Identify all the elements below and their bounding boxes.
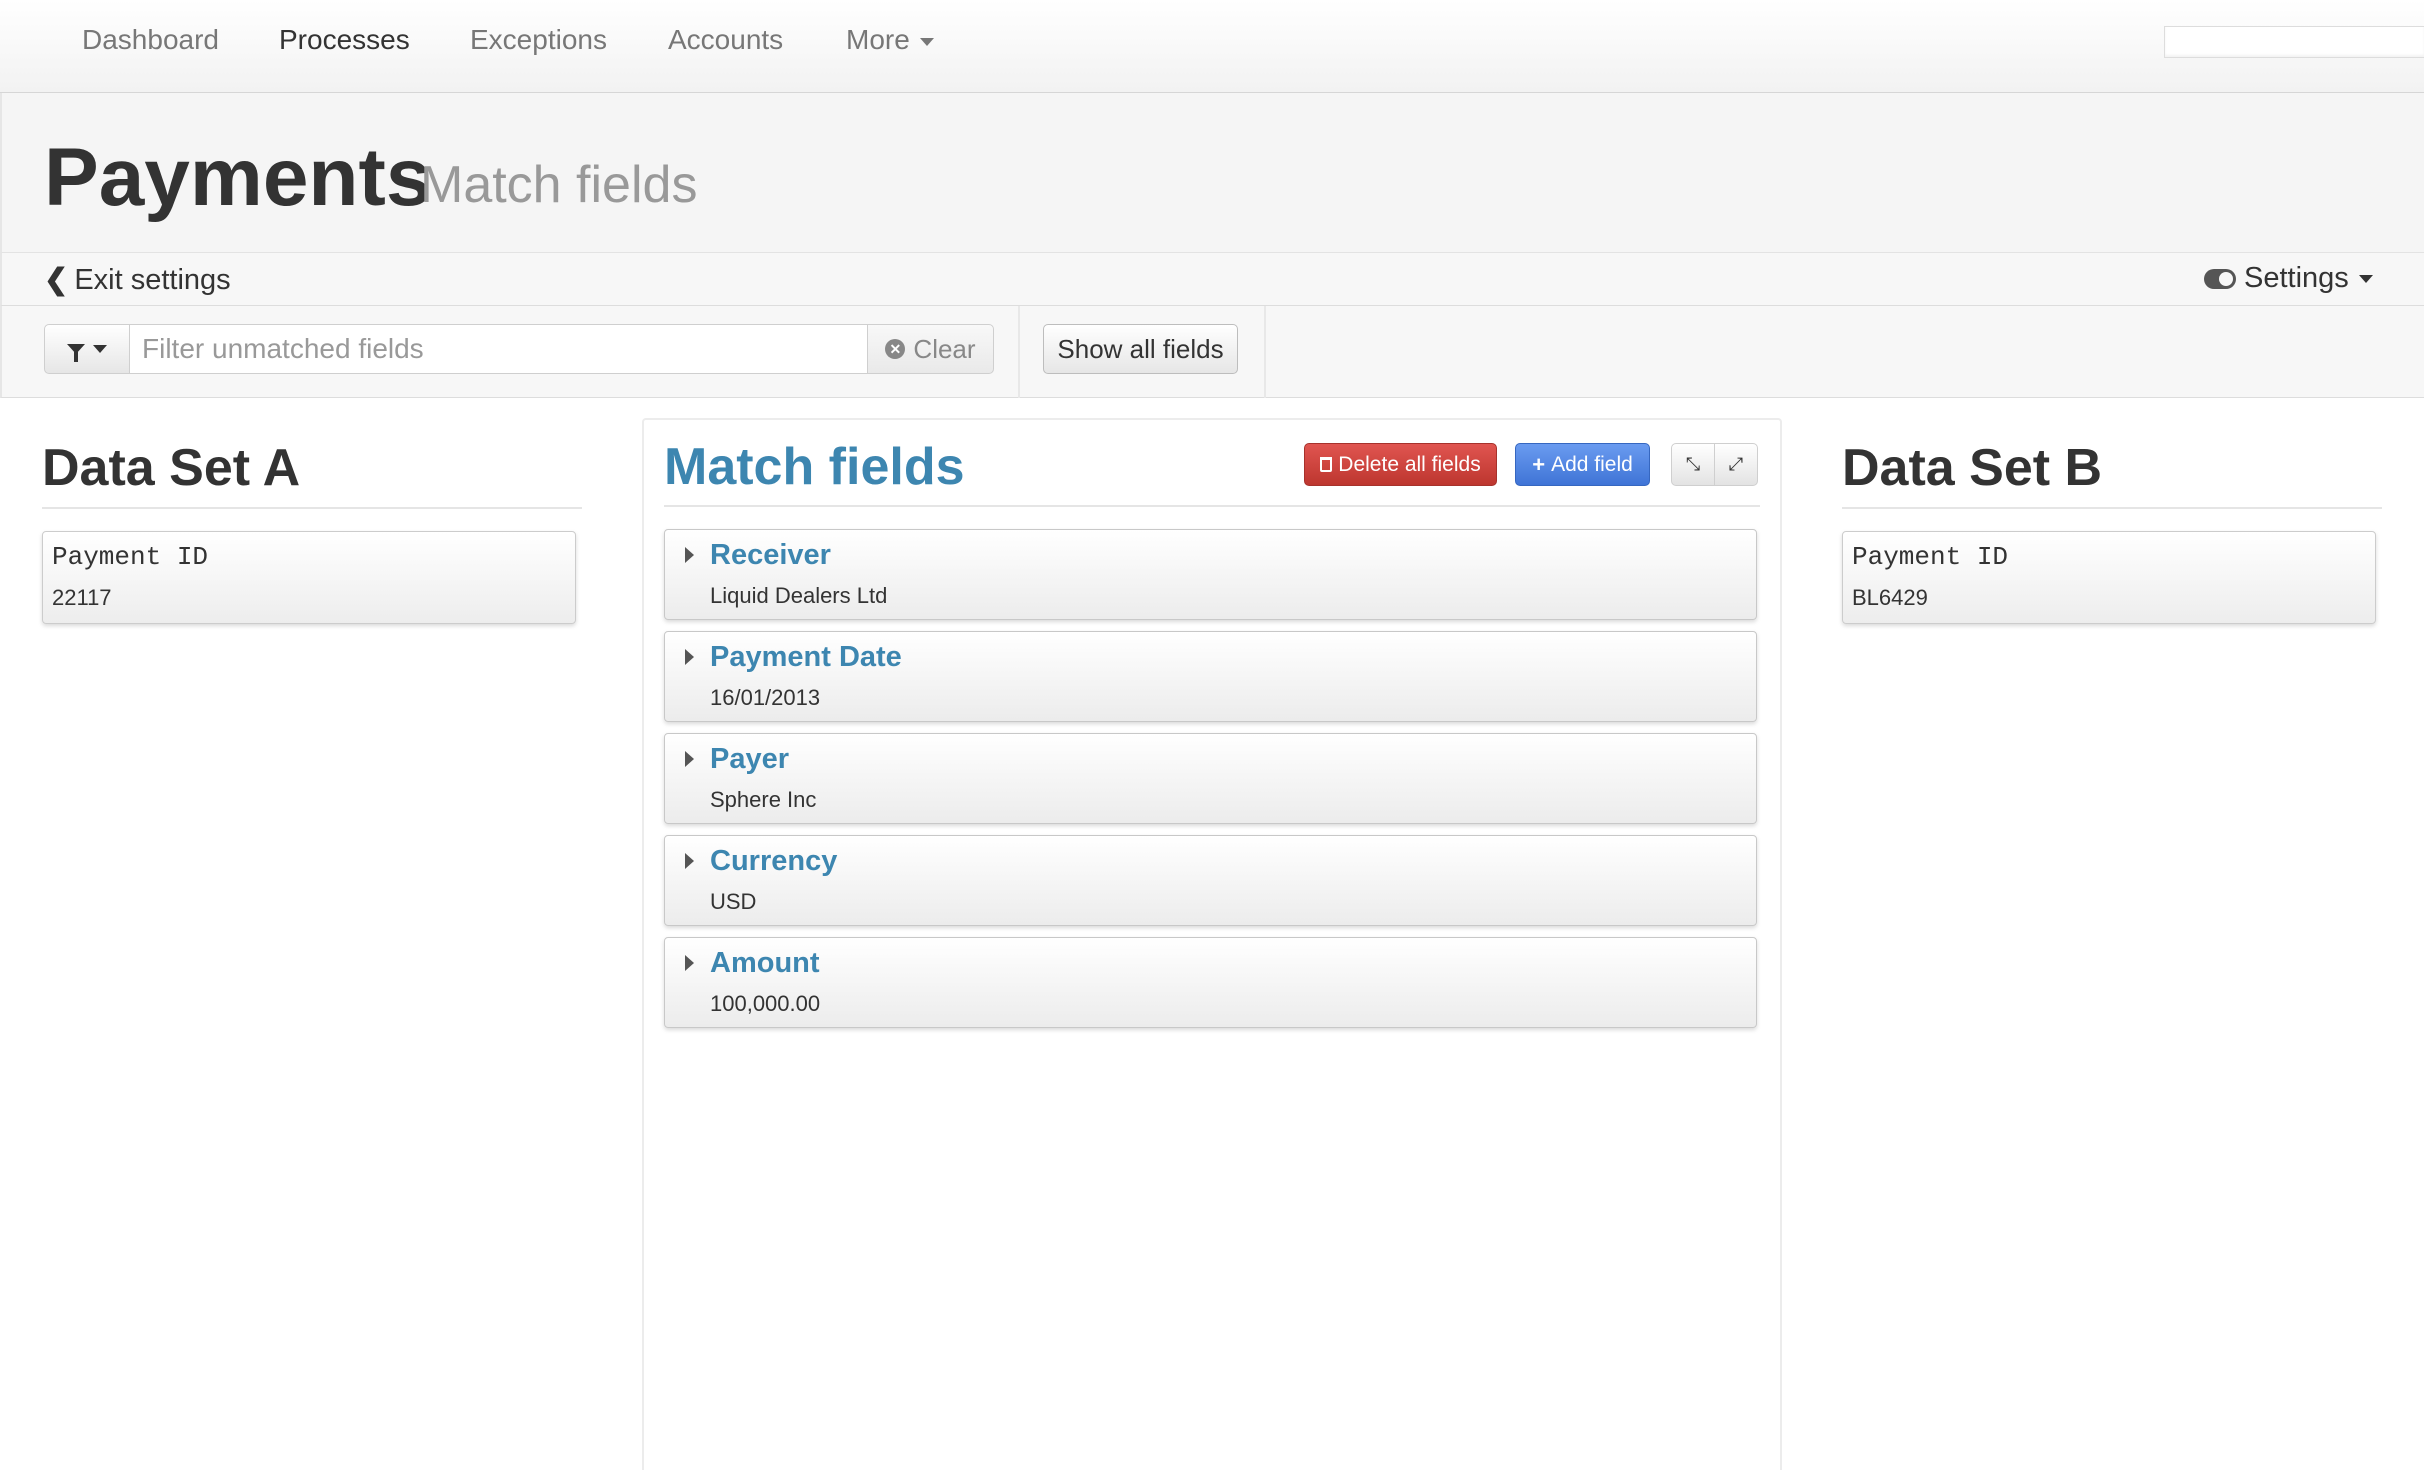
- match-field-name: Payment Date: [710, 641, 902, 673]
- field-value: 22117: [52, 585, 112, 610]
- data-set-a-field[interactable]: Payment ID 22117: [42, 531, 576, 624]
- page-header: Payments Match fields: [0, 93, 2424, 253]
- match-field-value: 16/01/2013: [710, 685, 821, 710]
- match-field-name: Amount: [710, 947, 820, 979]
- field-value: BL6429: [1852, 585, 1928, 610]
- match-field-value: USD: [710, 889, 757, 914]
- clear-label: Clear: [913, 333, 976, 364]
- exit-settings-label: Exit settings: [74, 264, 231, 296]
- match-field-payment-date[interactable]: Payment Date 16/01/2013: [664, 631, 1757, 722]
- nav-item-exceptions[interactable]: Exceptions: [470, 24, 607, 56]
- caret-right-icon: [685, 547, 694, 563]
- data-set-b-field[interactable]: Payment ID BL6429: [1842, 531, 2376, 624]
- field-label: Payment ID: [52, 542, 209, 572]
- divider: [42, 507, 582, 509]
- field-label: Payment ID: [1852, 542, 2009, 572]
- filter-input[interactable]: [129, 324, 868, 374]
- trash-icon: [1320, 457, 1333, 472]
- settings-bar: ❮ Exit settings Settings: [0, 253, 2424, 306]
- settings-label: Settings: [2244, 262, 2349, 294]
- show-all-fields-button[interactable]: Show all fields: [1043, 324, 1238, 374]
- match-field-value: Liquid Dealers Ltd: [710, 583, 888, 608]
- top-navbar: Dashboard Processes Exceptions Accounts …: [0, 0, 2424, 93]
- user-menu[interactable]: [2164, 26, 2424, 58]
- toggle-icon: [2204, 269, 2236, 289]
- expand-all-button[interactable]: ⤢: [1714, 443, 1758, 486]
- page-title: Payments: [44, 132, 432, 223]
- match-fields-title: Match fields: [664, 438, 965, 496]
- add-field-label: Add field: [1551, 452, 1633, 476]
- match-field-receiver[interactable]: Receiver Liquid Dealers Ltd: [664, 529, 1757, 620]
- clear-button[interactable]: ✕ Clear: [867, 324, 994, 374]
- caret-down-icon: [2358, 275, 2373, 284]
- add-field-button[interactable]: + Add field: [1515, 443, 1650, 486]
- divider: [1264, 306, 1266, 398]
- divider: [1018, 306, 1020, 398]
- nav-item-processes[interactable]: Processes: [279, 24, 410, 56]
- caret-right-icon: [685, 751, 694, 767]
- caret-right-icon: [685, 853, 694, 869]
- chevron-left-icon: ❮: [44, 264, 69, 296]
- collapse-all-button[interactable]: ⤡: [1671, 443, 1715, 486]
- match-field-payer[interactable]: Payer Sphere Inc: [664, 733, 1757, 824]
- divider: [1842, 507, 2382, 509]
- data-set-a-title: Data Set A: [42, 439, 301, 497]
- settings-dropdown[interactable]: Settings: [2204, 262, 2373, 295]
- match-field-amount[interactable]: Amount 100,000.00: [664, 937, 1757, 1028]
- nav-item-accounts[interactable]: Accounts: [668, 24, 783, 56]
- caret-down-icon: [919, 37, 934, 46]
- exit-settings-link[interactable]: ❮ Exit settings: [44, 262, 231, 297]
- match-field-name: Payer: [710, 743, 790, 775]
- nav-item-dashboard[interactable]: Dashboard: [82, 24, 219, 56]
- nav-item-more[interactable]: More: [846, 24, 934, 56]
- page-subtitle: Match fields: [420, 156, 698, 214]
- filter-bar: ✕ Clear Show all fields: [0, 306, 2424, 398]
- data-set-b-title: Data Set B: [1842, 439, 2103, 497]
- match-field-name: Currency: [710, 845, 838, 877]
- match-field-name: Receiver: [710, 539, 831, 571]
- expand-icon: ⤢: [1728, 454, 1744, 474]
- match-field-currency[interactable]: Currency USD: [664, 835, 1757, 926]
- delete-all-label: Delete all fields: [1338, 452, 1481, 476]
- delete-all-fields-button[interactable]: Delete all fields: [1304, 443, 1497, 486]
- filter-dropdown-button[interactable]: [44, 324, 130, 374]
- caret-right-icon: [685, 649, 694, 665]
- match-field-value: Sphere Inc: [710, 787, 817, 812]
- plus-icon: +: [1532, 451, 1546, 477]
- compress-icon: ⤡: [1685, 454, 1701, 474]
- caret-down-icon: [93, 345, 107, 353]
- nav-item-more-label: More: [846, 24, 910, 55]
- match-field-value: 100,000.00: [710, 991, 821, 1016]
- clear-circle-icon: ✕: [885, 339, 906, 359]
- caret-right-icon: [685, 955, 694, 971]
- filter-icon: [67, 344, 85, 362]
- divider: [664, 505, 1760, 507]
